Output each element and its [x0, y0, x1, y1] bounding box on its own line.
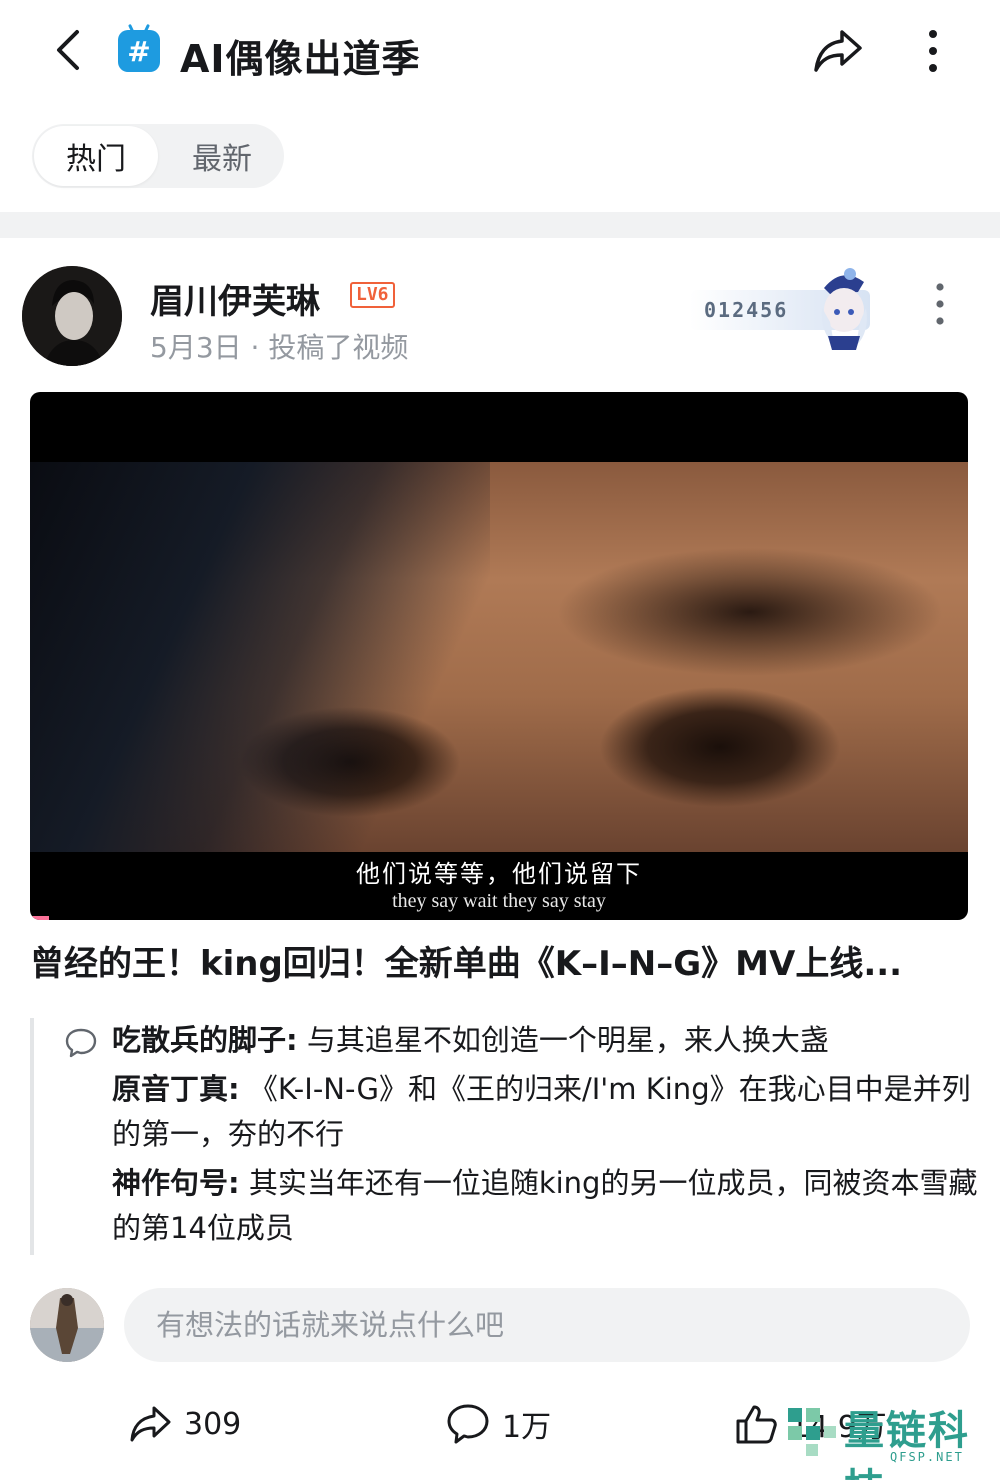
comment-bubble-icon	[65, 1028, 97, 1058]
fan-badge[interactable]: 012456	[690, 262, 900, 350]
share-button[interactable]	[808, 24, 868, 78]
back-button[interactable]	[40, 22, 96, 78]
comment-item[interactable]: 吃散兵的脚子: 与其追星不如创造一个明星，来人换大盏	[112, 1018, 980, 1063]
comment-text: 《K-I-N-G》和《王的归来/I'm King》在我心目中是并列的第一，夯的不…	[112, 1072, 971, 1151]
tab-hot[interactable]: 热门	[34, 126, 158, 186]
section-divider	[0, 212, 1000, 238]
comment-item[interactable]: 原音丁真: 《K-I-N-G》和《王的归来/I'm King》在我心目中是并列的…	[112, 1067, 980, 1157]
share-action[interactable]: 309	[128, 1396, 241, 1452]
level-badge: LV6	[350, 282, 395, 308]
watermark-sub: QFSP.NET	[890, 1450, 964, 1464]
my-avatar-image	[30, 1288, 104, 1362]
page-title: AI偶像出道季	[180, 37, 421, 81]
comment-author[interactable]: 原音丁真:	[112, 1072, 240, 1106]
subtitle-chinese: 他们说等等，他们说留下	[356, 860, 642, 888]
author-avatar[interactable]	[22, 266, 122, 366]
share-count: 309	[184, 1406, 242, 1442]
watermark-logo-icon	[788, 1408, 836, 1456]
avatar-portrait-image	[22, 266, 122, 366]
thumbs-up-icon	[736, 1405, 777, 1444]
topic-hashtag-glyph: #	[127, 34, 151, 68]
watermark: 量链科技 QFSP.NET	[780, 1390, 1000, 1480]
back-arrow-icon	[57, 30, 79, 70]
post-more-button[interactable]	[920, 278, 960, 330]
video-frame-hair-shade	[30, 462, 490, 852]
share-icon	[814, 30, 862, 72]
post-title[interactable]: 曾经的王！king回归！全新单曲《K–I–N–G》MV上线...	[30, 936, 970, 985]
topic-hashtag-icon: #	[118, 30, 160, 72]
comment-text: 与其追星不如创造一个明星，来人换大盏	[297, 1023, 829, 1057]
video-progress-bar[interactable]	[30, 916, 49, 920]
author-username[interactable]: 眉川伊芙琳	[150, 274, 320, 323]
more-options-button[interactable]	[910, 24, 956, 78]
top-nav-bar: # AI偶像出道季	[0, 0, 1000, 104]
comment-author[interactable]: 神作句号:	[112, 1166, 240, 1200]
more-vertical-icon	[936, 283, 944, 325]
comment-author[interactable]: 吃散兵的脚子:	[112, 1023, 298, 1057]
fan-badge-number: 012456	[704, 298, 789, 322]
comment-text: 其实当年还有一位追随king的另一位成员，同被资本雪藏的第14位成员	[112, 1166, 978, 1245]
post-action: 投稿了视频	[268, 331, 409, 364]
comment-input[interactable]	[124, 1288, 970, 1362]
comment-count: 1万	[502, 1410, 552, 1445]
comment-item[interactable]: 神作句号: 其实当年还有一位追随king的另一位成员，同被资本雪藏的第14位成员	[112, 1161, 980, 1251]
meta-separator: ·	[241, 331, 269, 364]
post-date: 5月3日	[150, 331, 242, 364]
my-avatar[interactable]	[30, 1288, 104, 1362]
watermark-text: 量链科技	[844, 1408, 970, 1480]
comment-action[interactable]: 1万	[446, 1396, 551, 1452]
post-meta: 5月3日 · 投稿了视频	[150, 326, 408, 366]
more-vertical-icon	[929, 30, 937, 72]
fan-badge-character-icon	[821, 268, 867, 350]
comment-bubble-icon	[447, 1404, 489, 1444]
subtitle-english: they say wait they say stay	[392, 890, 606, 912]
sort-tabs: 热门 最新	[32, 124, 284, 188]
tab-latest[interactable]: 最新	[162, 124, 282, 188]
share-icon	[130, 1406, 171, 1442]
video-player[interactable]: 他们说等等，他们说留下 they say wait they say stay	[30, 392, 968, 920]
comment-preview-list[interactable]: 吃散兵的脚子: 与其追星不如创造一个明星，来人换大盏 原音丁真: 《K-I-N-…	[30, 1018, 980, 1255]
